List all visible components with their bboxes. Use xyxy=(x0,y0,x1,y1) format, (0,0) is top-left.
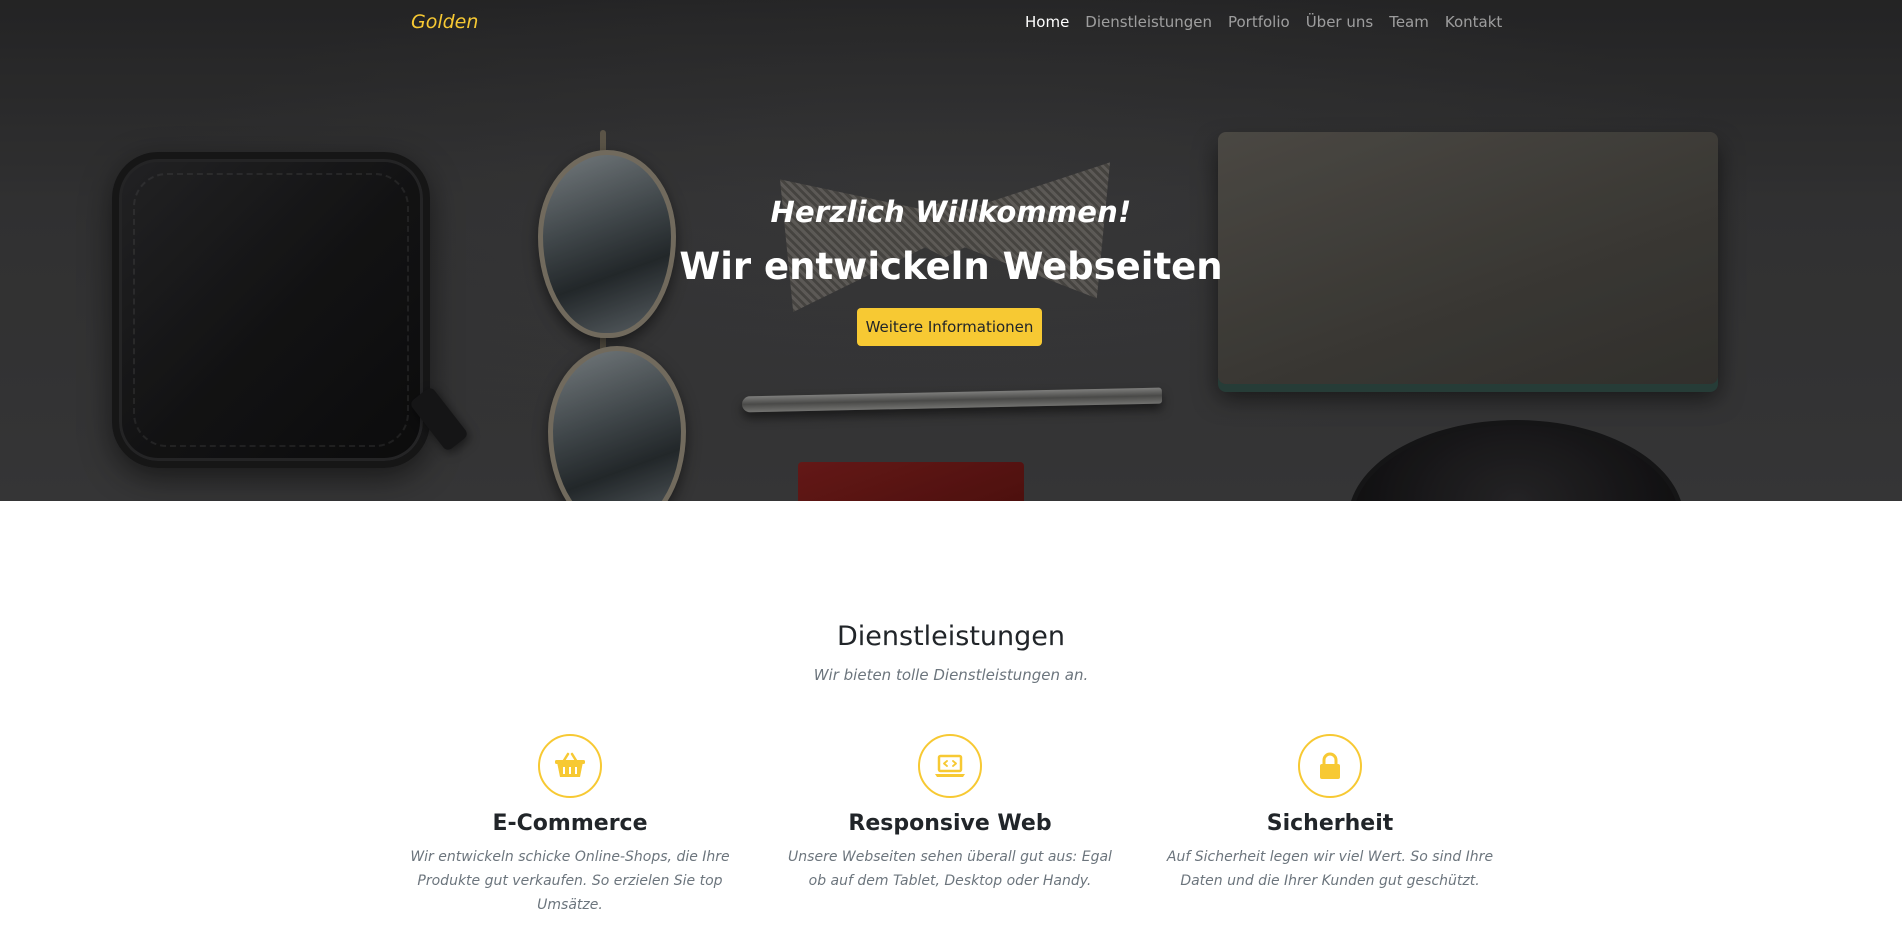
service-item-responsive-web: Responsive Web Unsere Webseiten sehen üb… xyxy=(770,734,1130,893)
nav-link-ueber-uns[interactable]: Über uns xyxy=(1306,13,1374,31)
service-description: Unsere Webseiten sehen überall gut aus: … xyxy=(788,849,1112,889)
nav-link-dienstleistungen[interactable]: Dienstleistungen xyxy=(1085,13,1212,31)
nav-item-kontakt: Kontakt xyxy=(1445,13,1518,32)
laptop-code-icon xyxy=(918,734,982,798)
nav-item-dienstleistungen: Dienstleistungen xyxy=(1085,13,1228,32)
service-description: Wir entwickeln schicke Online-Shops, die… xyxy=(410,849,730,913)
hero-welcome-text: Herzlich Willkommen! xyxy=(770,195,1132,229)
services-title: Dienstleistungen xyxy=(836,621,1066,652)
nav-link-kontakt[interactable]: Kontakt xyxy=(1445,13,1502,31)
nav-link-team[interactable]: Team xyxy=(1389,13,1429,31)
navbar: Golden Home Dienstleistungen Portfolio Ü… xyxy=(0,0,1902,46)
pen-graphic xyxy=(741,387,1163,413)
card-graphic xyxy=(798,462,1024,501)
basket-icon xyxy=(538,734,602,798)
sunglasses-lens-graphic xyxy=(548,346,686,501)
wallet-zipper-graphic xyxy=(408,385,470,453)
nav-link-portfolio[interactable]: Portfolio xyxy=(1228,13,1290,31)
hero-section: Golden Home Dienstleistungen Portfolio Ü… xyxy=(0,0,1902,501)
sunglasses-frame-graphic xyxy=(600,130,606,501)
hero-title: Wir entwickeln Webseiten xyxy=(679,245,1223,288)
nav-link-home[interactable]: Home xyxy=(1025,13,1069,31)
sunglasses-lens-graphic xyxy=(538,150,676,338)
service-item-sicherheit: Sicherheit Auf Sicherheit legen wir viel… xyxy=(1150,734,1510,893)
service-item-ecommerce: E-Commerce Wir entwickeln schicke Online… xyxy=(390,734,750,917)
nav-item-portfolio: Portfolio xyxy=(1228,13,1306,32)
bowl-graphic xyxy=(1348,420,1684,501)
services-section: Dienstleistungen Wir bieten tolle Dienst… xyxy=(0,501,1902,937)
nav-links: Home Dienstleistungen Portfolio Über uns… xyxy=(1025,13,1518,32)
brand-logo[interactable]: Golden xyxy=(411,11,478,33)
service-description: Auf Sicherheit legen wir viel Wert. So s… xyxy=(1166,849,1494,889)
nav-item-team: Team xyxy=(1389,13,1445,32)
lock-icon xyxy=(1298,734,1362,798)
service-title: E-Commerce xyxy=(492,811,648,836)
nav-item-ueber-uns: Über uns xyxy=(1306,13,1390,32)
services-subtitle: Wir bieten tolle Dienstleistungen an. xyxy=(813,666,1089,684)
service-title: Sicherheit xyxy=(1266,811,1394,836)
more-info-button[interactable]: Weitere Informationen xyxy=(857,308,1042,346)
nav-item-home: Home xyxy=(1025,13,1085,32)
service-title: Responsive Web xyxy=(848,811,1052,836)
